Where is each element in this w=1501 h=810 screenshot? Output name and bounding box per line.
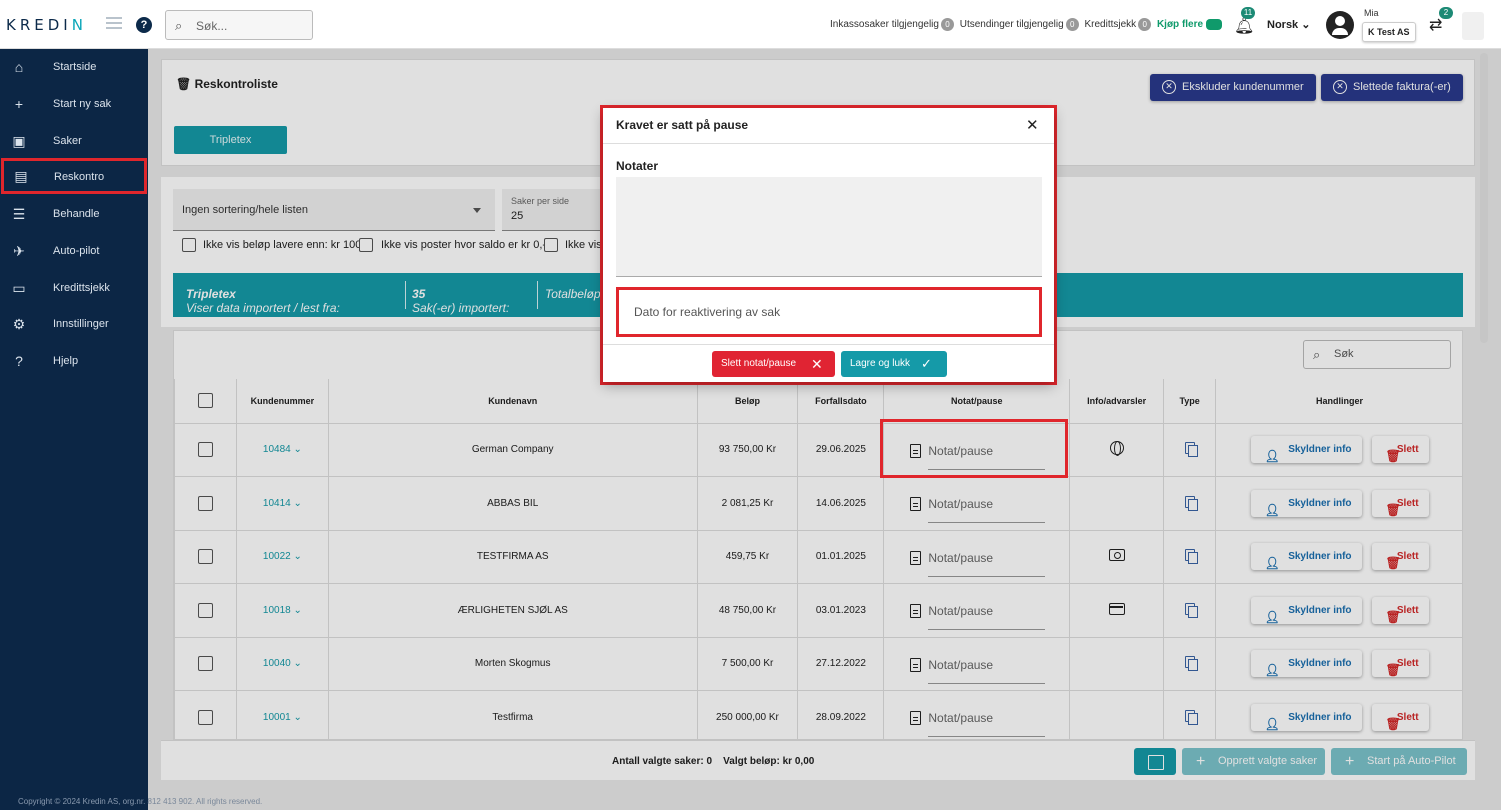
hamburger-menu-icon[interactable] bbox=[106, 17, 122, 31]
sidebar-item-auto-pilot[interactable]: ✈ Auto-pilot bbox=[0, 236, 148, 266]
sidebar-item-behandle[interactable]: ☰ Behandle bbox=[0, 199, 148, 229]
user-name: Mia bbox=[1364, 8, 1379, 18]
home-icon: ⌂ bbox=[14, 59, 24, 75]
document-icon: ▤ bbox=[14, 168, 28, 184]
switch-account-icon[interactable]: ⇄ bbox=[1429, 15, 1442, 35]
close-icon[interactable]: ✕ bbox=[1026, 116, 1039, 134]
sidebar-item-hjelp[interactable]: ? Hjelp bbox=[0, 346, 148, 376]
airplane-icon: ✈ bbox=[13, 243, 25, 259]
plus-icon: + bbox=[14, 96, 24, 112]
question-icon: ? bbox=[15, 353, 23, 369]
pause-dialog: Kravet er satt på pause ✕ Notater Dato f… bbox=[603, 108, 1054, 382]
notes-textarea[interactable] bbox=[616, 177, 1042, 277]
wallet-icon bbox=[1206, 19, 1223, 30]
dialog-title: Kravet er satt på pause bbox=[616, 118, 749, 132]
checklist-icon: ☰ bbox=[12, 206, 26, 222]
notes-label: Notater bbox=[616, 159, 659, 173]
save-and-close-button[interactable]: Lagre og lukk ✓ bbox=[841, 351, 947, 377]
notification-badge: 11 bbox=[1241, 7, 1255, 19]
top-bar: KREDIN ? ⌕ Søk... Inkassosaker tilgjenge… bbox=[0, 0, 1501, 49]
scrollbar[interactable] bbox=[1480, 49, 1490, 349]
sidebar-item-reskontro[interactable]: ▤ Reskontro bbox=[1, 158, 147, 194]
id-card-icon: ▭ bbox=[12, 280, 26, 296]
sidebar-item-kredittsjekk[interactable]: ▭ Kredittsjekk bbox=[0, 273, 148, 303]
sidebar-item-innstillinger[interactable]: ⚙ Innstillinger bbox=[0, 309, 148, 339]
close-icon: ✕ bbox=[811, 356, 823, 372]
reactivation-date-field[interactable]: Dato for reaktivering av sak bbox=[619, 290, 1039, 334]
search-icon: ⌕ bbox=[175, 18, 183, 33]
sidebar-item-saker[interactable]: ▣ Saker bbox=[0, 126, 148, 156]
help-icon[interactable]: ? bbox=[136, 17, 152, 33]
user-avatar-icon[interactable] bbox=[1326, 11, 1354, 39]
bell-icon[interactable]: 🔔︎ bbox=[1234, 16, 1254, 36]
buy-more-link[interactable]: Kjøp flere bbox=[1157, 19, 1203, 30]
sidebar-item-startside[interactable]: ⌂ Startside bbox=[0, 52, 148, 82]
check-icon: ✓ bbox=[921, 356, 932, 371]
delete-note-pause-button[interactable]: Slett notat/pause ✕ bbox=[712, 351, 835, 377]
switch-badge: 2 bbox=[1439, 7, 1453, 19]
language-select[interactable]: Norsk ⌄ bbox=[1267, 18, 1310, 31]
gear-icon: ⚙ bbox=[12, 316, 26, 332]
kredin-logo[interactable]: KREDIN bbox=[6, 16, 87, 34]
company-selector[interactable]: K Test AS bbox=[1362, 22, 1416, 42]
availability-stats: Inkassosaker tilgjengelig 0 Utsendinger t… bbox=[830, 18, 1223, 31]
sidebar: ⌂ Startside + Start ny sak ▣ Saker ▤ Reskont… bbox=[0, 49, 148, 810]
profile-placeholder bbox=[1462, 12, 1484, 40]
global-search-input[interactable]: ⌕ Søk... bbox=[165, 10, 313, 40]
sidebar-item-start-ny-sak[interactable]: + Start ny sak bbox=[0, 89, 148, 119]
briefcase-icon: ▣ bbox=[12, 133, 26, 149]
note-cell-highlight bbox=[880, 419, 1068, 478]
